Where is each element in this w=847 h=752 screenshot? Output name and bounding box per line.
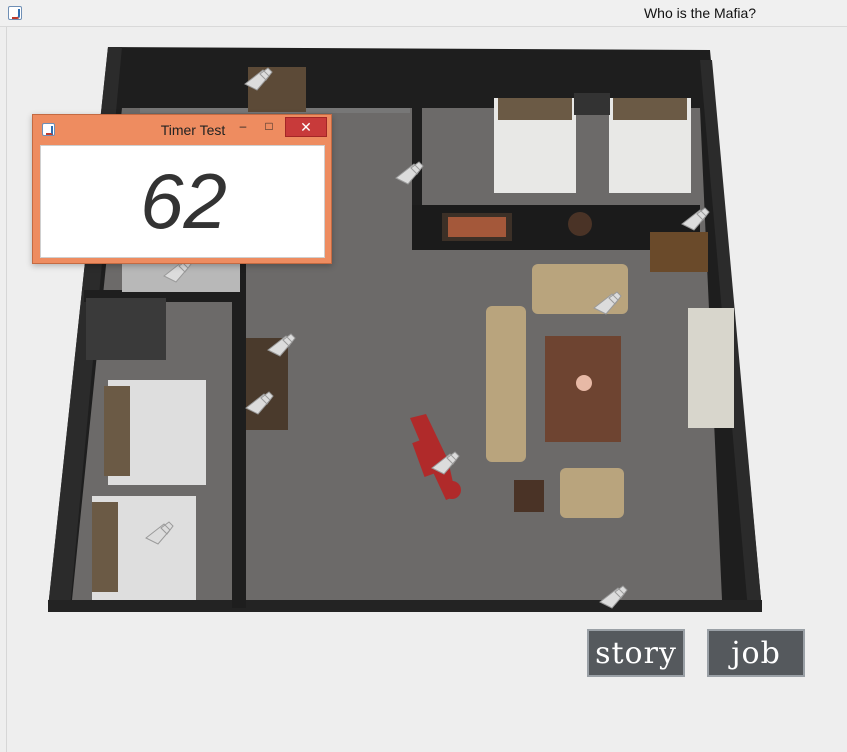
- cabinet: [86, 298, 166, 360]
- timer-title: Timer Test: [160, 122, 226, 138]
- timer-value: 62: [140, 157, 227, 245]
- bookshelf-right: [650, 232, 708, 272]
- wall-bottom: [48, 600, 762, 612]
- maximize-button[interactable]: □: [259, 117, 279, 137]
- job-button[interactable]: job: [707, 629, 805, 677]
- timer-body: 62: [40, 145, 325, 258]
- minimize-button[interactable]: –: [233, 117, 253, 137]
- java-cup-icon: [42, 123, 55, 136]
- sofa-left: [486, 306, 526, 462]
- left-partition: [232, 260, 246, 608]
- sofa-top: [532, 264, 628, 314]
- side-table: [514, 480, 544, 512]
- close-button[interactable]: ✕: [285, 117, 327, 137]
- story-button[interactable]: story: [587, 629, 685, 677]
- wall-clock: [568, 212, 592, 236]
- timer-titlebar[interactable]: Timer Test – □ ✕: [33, 115, 331, 143]
- sideboard: [688, 308, 734, 428]
- nightstand: [574, 93, 610, 115]
- timer-window[interactable]: Timer Test – □ ✕ 62: [32, 114, 332, 264]
- flowers: [576, 375, 592, 391]
- armchair: [560, 468, 624, 518]
